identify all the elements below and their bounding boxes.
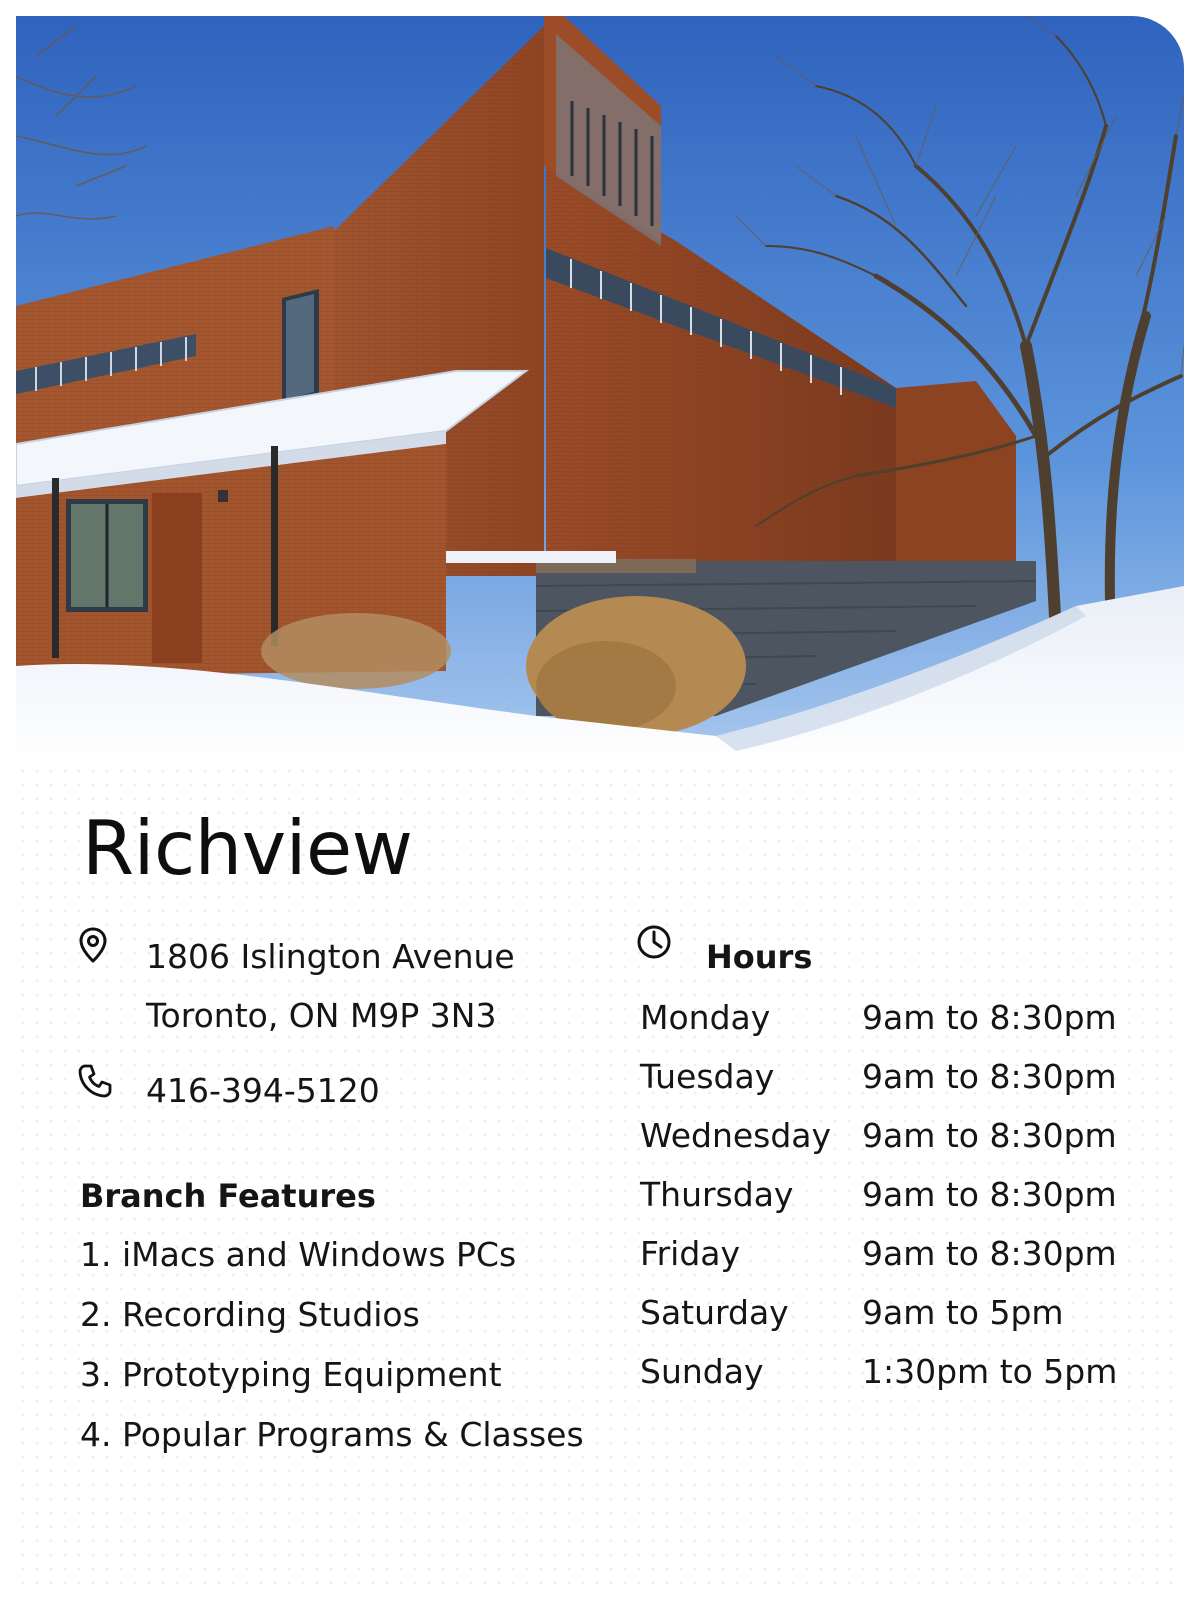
branch-photo [16,16,1184,764]
feature-item: 3. Prototyping Equipment [80,1355,502,1394]
feature-item: 1. iMacs and Windows PCs [80,1235,517,1274]
map-pin-icon [74,926,112,964]
hours-row-tuesday: Tuesday 9am to 8:30pm [640,1060,1160,1119]
hours-time: 9am to 8:30pm [862,1116,1117,1155]
hours-row-thursday: Thursday 9am to 8:30pm [640,1178,1160,1237]
hours-time: 9am to 8:30pm [862,1234,1117,1273]
hours-day: Sunday [640,1352,764,1391]
hours-day: Monday [640,998,771,1037]
feature-item: 4. Popular Programs & Classes [80,1415,584,1454]
hours-day: Wednesday [640,1116,832,1155]
hours-time: 9am to 8:30pm [862,1175,1117,1214]
hours-row-monday: Monday 9am to 8:30pm [640,1001,1160,1060]
hours-day: Tuesday [640,1057,775,1096]
hours-day: Thursday [640,1175,794,1214]
branch-name: Richview [82,804,413,892]
hours-table: Monday 9am to 8:30pm Tuesday 9am to 8:30… [640,1001,1160,1414]
clock-icon [635,923,673,961]
hours-row-saturday: Saturday 9am to 5pm [640,1296,1160,1355]
hours-row-sunday: Sunday 1:30pm to 5pm [640,1355,1160,1414]
hours-day: Friday [640,1234,741,1273]
features-heading: Branch Features [80,1177,376,1215]
hours-time: 9am to 8:30pm [862,1057,1117,1096]
address-line-1: 1806 Islington Avenue [146,937,515,976]
feature-item: 2. Recording Studios [80,1295,420,1334]
address-line-2: Toronto, ON M9P 3N3 [146,996,497,1035]
phone-number[interactable]: 416-394-5120 [146,1074,380,1107]
branch-card: Richview 1806 Islington Avenue Toronto, … [16,16,1184,1584]
features-list: 1. iMacs and Windows PCs 2. Recording St… [80,1238,584,1478]
hours-heading: Hours [706,938,813,976]
hours-day: Saturday [640,1293,789,1332]
hours-row-friday: Friday 9am to 8:30pm [640,1237,1160,1296]
hours-row-wednesday: Wednesday 9am to 8:30pm [640,1119,1160,1178]
hours-time: 9am to 8:30pm [862,998,1117,1037]
hours-time: 1:30pm to 5pm [862,1352,1118,1391]
phone-icon [76,1062,114,1100]
hours-time: 9am to 5pm [862,1293,1064,1332]
